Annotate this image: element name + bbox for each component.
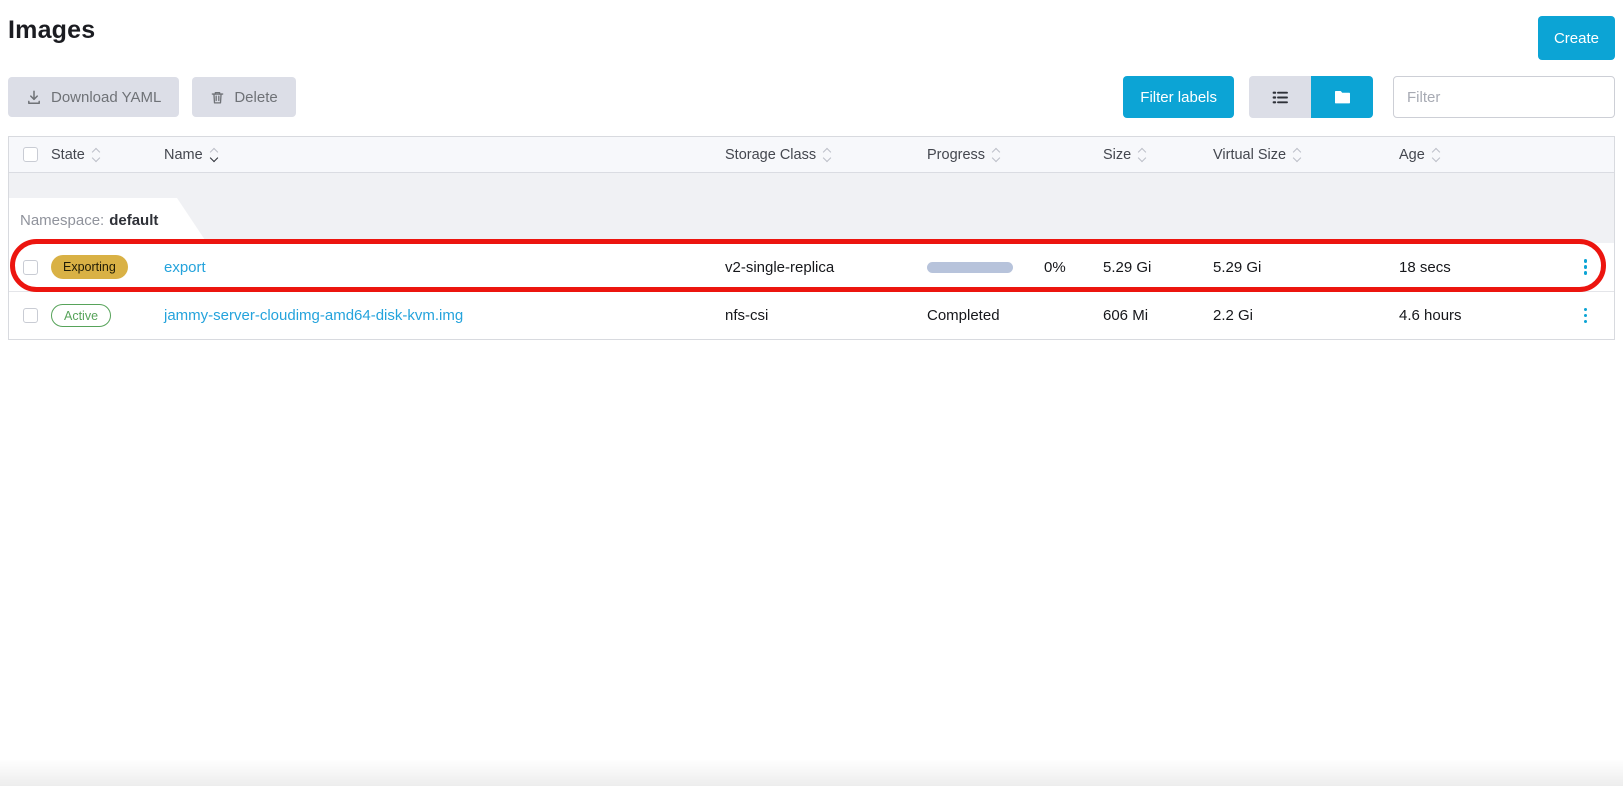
sort-icon: [1433, 149, 1439, 161]
row-actions-kebab-icon[interactable]: [1578, 255, 1594, 279]
group-row: Namespace: default: [9, 198, 1614, 243]
bulk-actions: Download YAML Delete: [8, 77, 296, 117]
group-spacer: [9, 173, 1614, 198]
column-header-age[interactable]: Age: [1399, 147, 1439, 163]
delete-button[interactable]: Delete: [192, 77, 295, 117]
sort-icon: [993, 149, 999, 161]
namespace-label: Namespace:: [20, 212, 104, 229]
image-name-link[interactable]: export: [164, 259, 206, 276]
table-controls: Filter labels: [1123, 76, 1615, 118]
sort-icon: [1294, 149, 1300, 161]
list-icon: [1272, 89, 1289, 106]
page-header: Images Create: [8, 14, 1615, 64]
status-badge-active: Active: [51, 304, 111, 328]
view-mode-toggle: [1249, 76, 1373, 118]
namespace-group-tab: Namespace: default: [9, 198, 177, 243]
create-button-label: Create: [1554, 30, 1599, 47]
flat-list-view-button[interactable]: [1249, 76, 1311, 118]
table-row: Exporting export v2-single-replica 0% 5.…: [9, 243, 1614, 291]
page-title: Images: [8, 16, 95, 45]
image-name-link[interactable]: jammy-server-cloudimg-amd64-disk-kvm.img: [164, 307, 463, 324]
filter-labels-button[interactable]: Filter labels: [1123, 76, 1234, 118]
filter-labels-label: Filter labels: [1140, 89, 1217, 106]
column-header-progress[interactable]: Progress: [927, 147, 999, 163]
column-header-storage-class[interactable]: Storage Class: [725, 147, 830, 163]
grouped-view-button[interactable]: [1311, 76, 1373, 118]
toolbar: Download YAML Delete Filter labels: [8, 76, 1615, 118]
folder-icon: [1334, 90, 1351, 105]
download-yaml-label: Download YAML: [51, 89, 161, 106]
column-header-name[interactable]: Name: [164, 147, 217, 163]
images-table: State Name Storage Class Progress: [8, 136, 1615, 340]
sort-icon: [1139, 149, 1145, 161]
download-yaml-button[interactable]: Download YAML: [8, 77, 179, 117]
status-badge-exporting: Exporting: [51, 255, 128, 279]
row-actions-kebab-icon[interactable]: [1578, 304, 1594, 328]
table-header-row: State Name Storage Class Progress: [9, 137, 1614, 173]
page-bottom-fade: [0, 759, 1623, 786]
column-header-virtual-size[interactable]: Virtual Size: [1213, 147, 1300, 163]
storage-class-value: v2-single-replica: [725, 259, 834, 276]
row-checkbox[interactable]: [23, 308, 38, 323]
filter-input[interactable]: [1393, 76, 1615, 118]
size-value: 5.29 Gi: [1103, 259, 1151, 276]
delete-label: Delete: [234, 89, 277, 106]
progress-status: Completed: [927, 307, 1000, 324]
create-button[interactable]: Create: [1538, 16, 1615, 60]
sort-icon: [93, 149, 99, 161]
row-checkbox[interactable]: [23, 260, 38, 275]
virtual-size-value: 5.29 Gi: [1213, 259, 1261, 276]
column-header-size[interactable]: Size: [1103, 147, 1145, 163]
progress-percent: 0%: [1044, 259, 1066, 276]
sort-icon-active: [211, 149, 217, 161]
column-header-state[interactable]: State: [51, 147, 99, 163]
virtual-size-value: 2.2 Gi: [1213, 307, 1253, 324]
table-row: Active jammy-server-cloudimg-amd64-disk-…: [9, 291, 1614, 339]
trash-icon: [210, 90, 225, 105]
progress-bar: [927, 262, 1013, 273]
namespace-value: default: [109, 212, 158, 229]
sort-icon: [824, 149, 830, 161]
download-icon: [26, 89, 42, 105]
age-value: 4.6 hours: [1399, 307, 1462, 324]
size-value: 606 Mi: [1103, 307, 1148, 324]
age-value: 18 secs: [1399, 259, 1451, 276]
storage-class-value: nfs-csi: [725, 307, 768, 324]
select-all-checkbox[interactable]: [23, 147, 38, 162]
images-page: Images Create Download YAML: [0, 0, 1623, 340]
